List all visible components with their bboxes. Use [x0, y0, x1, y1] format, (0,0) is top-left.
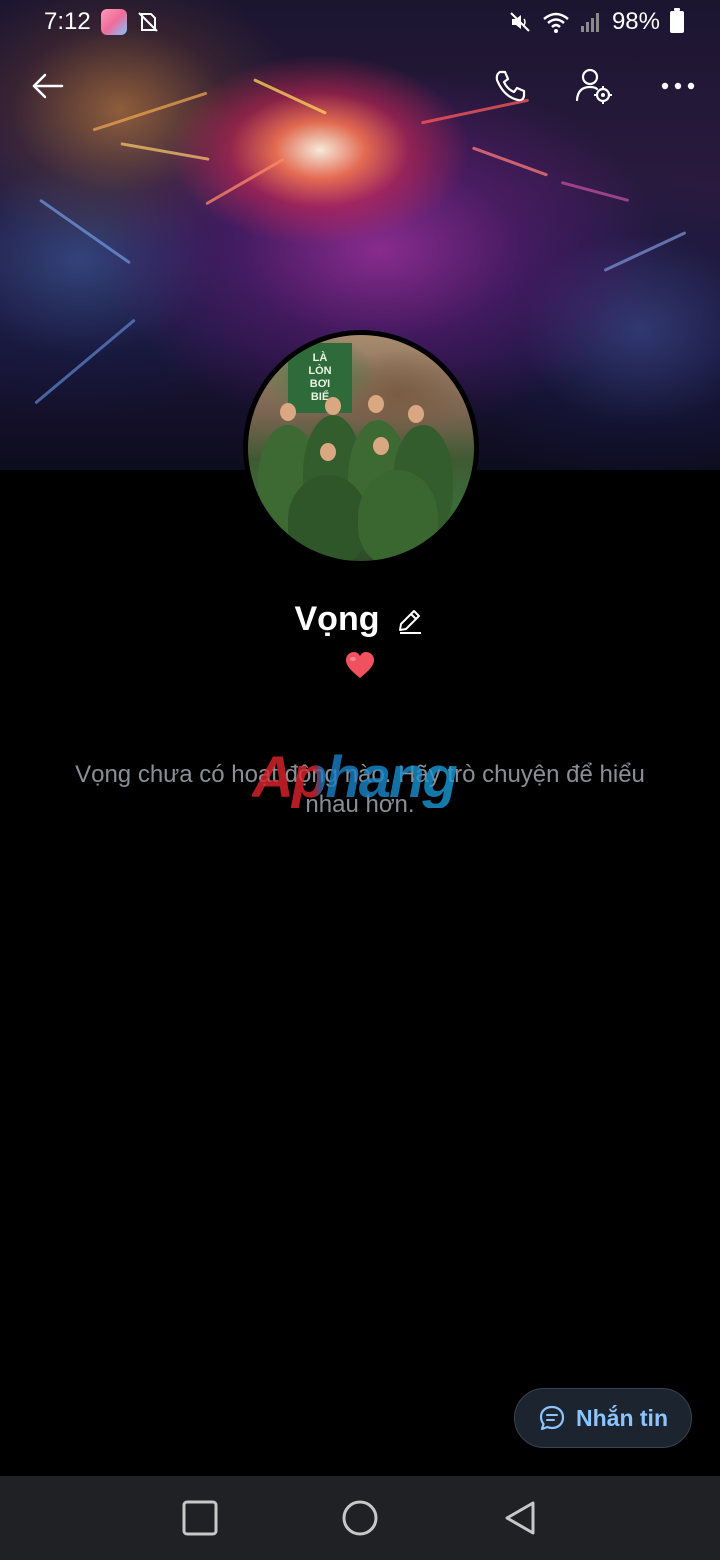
phone-icon [495, 70, 526, 102]
signal-icon [580, 13, 599, 32]
status-left: 7:12 [44, 8, 159, 36]
avatar-sign: LÀ LÒN BƠI BIỂ [288, 343, 352, 413]
chat-bubble-icon [539, 1405, 565, 1431]
message-button[interactable]: Nhắn tin [514, 1388, 692, 1448]
system-back-button[interactable] [490, 1488, 550, 1548]
profile-screen: 7:12 98% LÀ LÒN BƠI BIỂ Vọng Vọng chưa c… [0, 0, 720, 1560]
avatar-frame[interactable]: LÀ LÒN BƠI BIỂ [243, 330, 479, 566]
profile-name-row: Vọng [0, 600, 720, 639]
battery-percent: 98% [611, 8, 660, 35]
pencil-icon[interactable] [395, 605, 425, 635]
profile-settings-button[interactable] [566, 58, 622, 114]
square-icon [182, 1500, 218, 1536]
status-right: 98% [508, 8, 684, 36]
mute-icon [510, 12, 530, 32]
status-time: 7:12 [44, 8, 91, 35]
user-settings-icon [575, 68, 612, 104]
app-notification-icon [100, 9, 127, 35]
no-sim-icon [138, 12, 158, 32]
system-nav-bar [0, 1476, 720, 1560]
battery-icon [670, 8, 684, 33]
wifi-icon [543, 12, 569, 33]
call-button[interactable] [482, 58, 538, 114]
more-options-button[interactable] [650, 58, 706, 114]
circle-icon [342, 1500, 378, 1536]
status-bar: 7:12 98% [0, 0, 720, 44]
profile-name: Vọng [294, 600, 380, 638]
avatar[interactable]: LÀ LÒN BƠI BIỂ [248, 335, 474, 561]
back-arrow-icon [32, 73, 64, 99]
recents-button[interactable] [170, 1488, 230, 1548]
back-button[interactable] [20, 58, 76, 114]
watermark-logo: Aphang [252, 748, 472, 808]
top-bar [0, 58, 720, 118]
triangle-back-icon [505, 1501, 535, 1535]
message-button-label: Nhắn tin [576, 1404, 668, 1431]
heart-icon [346, 652, 374, 678]
more-dots-icon [661, 82, 695, 90]
home-button[interactable] [330, 1488, 390, 1548]
